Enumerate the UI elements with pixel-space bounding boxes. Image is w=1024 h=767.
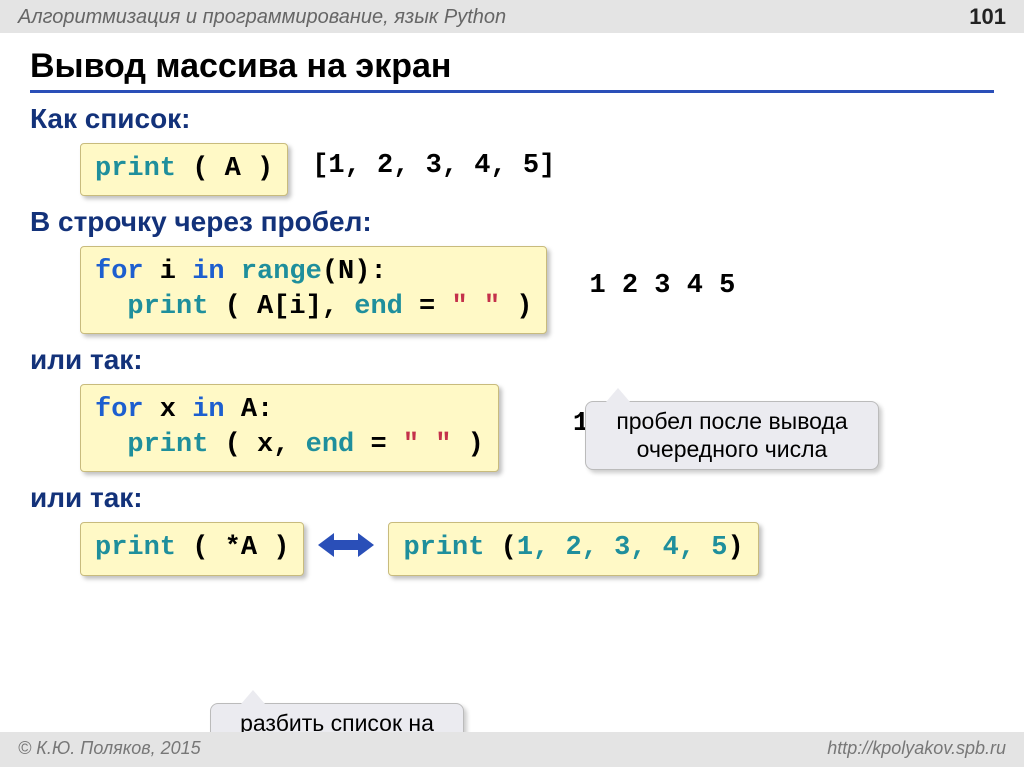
expanded-args: 1, 2, 3, 4, 5 [517,533,728,563]
kw-end: end [354,292,403,322]
kw-range: range [241,257,322,287]
code-print-expanded: print (1, 2, 3, 4, 5) [388,522,758,575]
course-title: Алгоритмизация и программирование, язык … [18,6,506,28]
double-arrow-icon [318,530,374,560]
slide-body: Как список: print ( A ) [1, 2, 3, 4, 5] … [30,103,994,576]
kw-print: print [95,154,176,184]
page-number: 101 [969,4,1006,30]
kw-for: for [95,257,144,287]
code-for-range: for i in range(N): print ( A[i], end = "… [80,246,547,334]
kw-print: print [127,292,208,322]
kw-print: print [403,533,484,563]
slide-title: Вывод массива на экран [30,47,994,93]
footer: © К.Ю. Поляков, 2015 http://kpolyakov.sp… [0,732,1024,767]
footer-author: © К.Ю. Поляков, 2015 [18,738,201,759]
header: Алгоритмизация и программирование, язык … [0,0,1024,33]
kw-end: end [306,430,355,460]
subtitle-line-space: В строчку через пробел: [30,206,994,238]
kw-print: print [95,533,176,563]
code-print-a: print ( A ) [80,143,288,196]
str-space: " " [451,292,500,322]
subtitle-or-2: или так: [30,482,994,514]
output-spaced-1: 1 2 3 4 5 [589,271,735,301]
output-list: [1, 2, 3, 4, 5] [312,151,555,181]
kw-in: in [192,395,224,425]
code-for-x: for x in A: print ( x, end = " " ) [80,384,499,472]
kw-in: in [192,257,224,287]
subtitle-or-1: или так: [30,344,994,376]
footer-url: http://kpolyakov.spb.ru [827,738,1006,759]
str-space: " " [403,430,452,460]
code-print-star: print ( *A ) [80,522,304,575]
callout-space-after: пробел после вывода очередного числа [585,401,879,470]
kw-print: print [127,430,208,460]
kw-for: for [95,395,144,425]
subtitle-as-list: Как список: [30,103,994,135]
